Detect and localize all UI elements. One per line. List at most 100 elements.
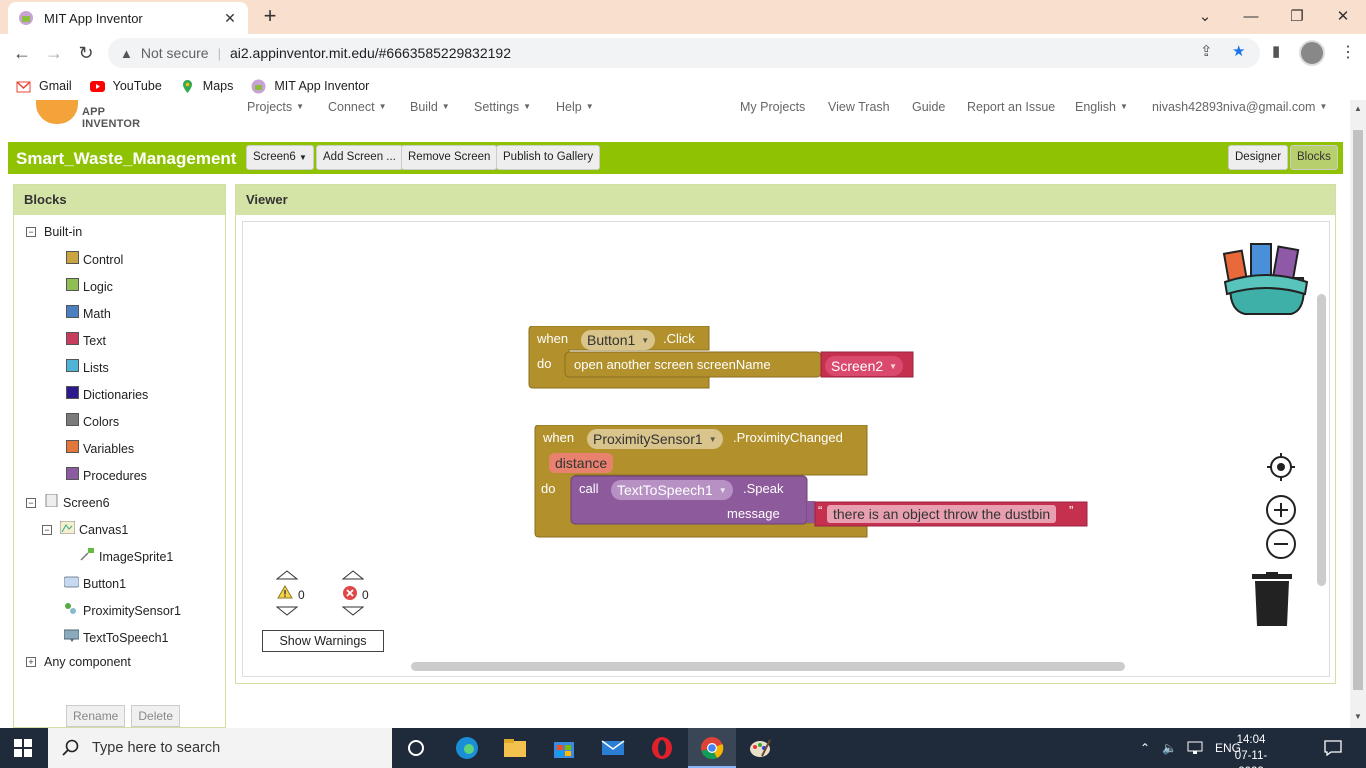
errors-next-icon[interactable] — [342, 606, 364, 616]
expand-icon[interactable]: + — [26, 657, 36, 667]
browser-menu-icon[interactable]: ⋮ — [1340, 42, 1356, 62]
proximity-changed-event-block[interactable]: when ProximitySensor1 ▼ .ProximityChanged… — [533, 425, 1093, 540]
drawer-colors[interactable]: Colors — [66, 412, 119, 429]
button1-click-event-block[interactable]: when Button1 ▼ .Click do open another scr… — [527, 326, 917, 390]
notifications-icon[interactable] — [1324, 740, 1342, 756]
designer-button[interactable]: Designer — [1228, 145, 1289, 170]
texttospeech1-component-dropdown[interactable]: TextToSpeech1 ▼ — [611, 480, 733, 500]
workspace-vertical-scrollbar[interactable] — [1317, 294, 1326, 586]
tree-texttospeech1[interactable]: TextToSpeech1 — [64, 629, 168, 645]
screen2-dropdown[interactable]: Screen2 ▼ — [825, 356, 904, 376]
warnings-prev-icon[interactable] — [276, 570, 298, 580]
address-bar[interactable]: ▲ Not secure | ai2.appinventor.mit.edu/#… — [108, 38, 1260, 68]
warnings-next-icon[interactable] — [276, 606, 298, 616]
show-hidden-icons[interactable]: ⌃ — [1140, 741, 1150, 755]
reload-button[interactable]: ↻ — [72, 40, 100, 66]
tree-screen6[interactable]: − Screen6 — [26, 494, 110, 510]
store-icon[interactable] — [552, 736, 576, 760]
minimize-button[interactable]: — — [1228, 0, 1274, 32]
recenter-icon[interactable] — [1266, 452, 1296, 482]
proximitysensor1-component-dropdown[interactable]: ProximitySensor1 ▼ — [587, 429, 723, 449]
tree-button1[interactable]: Button1 — [64, 576, 126, 591]
trash-icon[interactable] — [1250, 572, 1294, 628]
page-scroll-thumb[interactable] — [1353, 130, 1363, 690]
app-inventor-logo[interactable]: APP INVENTOR — [36, 100, 166, 130]
profile-avatar[interactable] — [1299, 40, 1325, 66]
bookmark-app-inventor[interactable]: MIT App Inventor — [251, 79, 369, 94]
system-clock[interactable]: 14:04 07-11-2022 — [1224, 732, 1278, 768]
zoom-in-icon[interactable] — [1265, 494, 1297, 526]
rename-button[interactable]: Rename — [66, 705, 126, 727]
collapse-icon[interactable]: − — [42, 525, 52, 535]
chrome-taskbar-button[interactable] — [688, 728, 736, 768]
drawer-dictionaries[interactable]: Dictionaries — [66, 385, 148, 402]
bookmark-maps[interactable]: Maps — [180, 79, 233, 94]
windows-start-icon[interactable] — [14, 739, 32, 757]
link-view-trash[interactable]: View Trash — [828, 100, 890, 114]
tab-search-icon[interactable]: ⌄ — [1182, 0, 1228, 32]
menu-projects[interactable]: Projects ▼ — [247, 100, 304, 114]
tree-proximitysensor1[interactable]: ProximitySensor1 — [64, 603, 181, 618]
screen-select-button[interactable]: Screen6 ▼ — [246, 145, 314, 170]
drawer-text[interactable]: Text — [66, 331, 106, 348]
link-guide[interactable]: Guide — [912, 100, 945, 114]
share-icon[interactable]: ⇪ — [1200, 42, 1213, 60]
link-report-issue[interactable]: Report an Issue — [967, 100, 1055, 114]
publish-gallery-button[interactable]: Publish to Gallery — [496, 145, 601, 170]
errors-prev-icon[interactable] — [342, 570, 364, 580]
warning-icon[interactable]: ▲ — [120, 46, 133, 61]
close-tab-icon[interactable]: ✕ — [222, 10, 238, 27]
delete-button[interactable]: Delete — [131, 705, 181, 727]
scroll-up-icon[interactable]: ▲ — [1354, 104, 1362, 113]
zoom-out-icon[interactable] — [1265, 528, 1297, 560]
menu-build[interactable]: Build ▼ — [410, 100, 450, 114]
button1-component-dropdown[interactable]: Button1 ▼ — [581, 330, 656, 350]
file-explorer-icon[interactable] — [503, 736, 527, 760]
menu-connect[interactable]: Connect ▼ — [328, 100, 386, 114]
show-warnings-button[interactable]: Show Warnings — [262, 630, 384, 652]
bookmark-star-icon[interactable]: ★ — [1232, 42, 1245, 60]
tree-any-component[interactable]: + Any component — [26, 655, 131, 669]
side-panel-icon[interactable]: ▮ — [1272, 42, 1280, 60]
collapse-icon[interactable]: − — [26, 498, 36, 508]
network-icon[interactable] — [1187, 741, 1203, 755]
distance-parameter[interactable]: distance — [549, 453, 614, 473]
backpack-icon[interactable] — [1221, 234, 1311, 318]
restore-button[interactable]: ❐ — [1274, 0, 1320, 32]
drawer-logic[interactable]: Logic — [66, 277, 113, 294]
opera-icon[interactable] — [650, 736, 674, 760]
menu-account[interactable]: nivash42893niva@gmail.com ▼ — [1152, 100, 1327, 114]
scroll-down-icon[interactable]: ▼ — [1354, 712, 1362, 721]
page-scrollbar[interactable]: ▲ ▼ — [1350, 100, 1366, 728]
back-button[interactable]: ← — [8, 40, 36, 66]
blocks-workspace[interactable]: when Button1 ▼ .Click do open another scr… — [242, 221, 1330, 677]
drawer-procedures[interactable]: Procedures — [66, 466, 147, 483]
workspace-horizontal-scrollbar[interactable] — [411, 662, 1125, 671]
drawer-math[interactable]: Math — [66, 304, 111, 321]
tree-canvas1[interactable]: − Canvas1 — [42, 521, 128, 537]
drawer-lists[interactable]: Lists — [66, 358, 109, 375]
bookmark-youtube[interactable]: YouTube — [89, 79, 162, 94]
collapse-icon[interactable]: − — [26, 227, 36, 237]
drawer-variables[interactable]: Variables — [66, 439, 134, 456]
tree-builtin[interactable]: − Built-in — [26, 225, 82, 239]
remove-screen-button[interactable]: Remove Screen — [401, 145, 498, 170]
add-screen-button[interactable]: Add Screen ... — [316, 145, 403, 170]
mail-icon[interactable] — [601, 736, 625, 760]
link-my-projects[interactable]: My Projects — [740, 100, 805, 114]
bookmark-gmail[interactable]: Gmail — [16, 79, 72, 94]
edge-icon[interactable] — [455, 736, 479, 760]
menu-language[interactable]: English ▼ — [1075, 100, 1128, 114]
volume-icon[interactable]: 🔈 — [1162, 741, 1177, 755]
menu-settings[interactable]: Settings ▼ — [474, 100, 531, 114]
menu-help[interactable]: Help ▼ — [556, 100, 594, 114]
message-text-string[interactable]: there is an object throw the dustbin — [827, 505, 1057, 523]
tree-imagesprite1[interactable]: ImageSprite1 — [80, 548, 173, 564]
new-tab-button[interactable]: + — [258, 5, 282, 29]
task-view-icon[interactable] — [404, 736, 428, 760]
forward-button[interactable]: → — [40, 40, 68, 66]
paint-app-icon[interactable] — [748, 736, 772, 760]
blocks-button[interactable]: Blocks — [1290, 145, 1338, 170]
taskbar-search-box[interactable]: Type here to search — [48, 728, 392, 768]
drawer-control[interactable]: Control — [66, 250, 123, 267]
